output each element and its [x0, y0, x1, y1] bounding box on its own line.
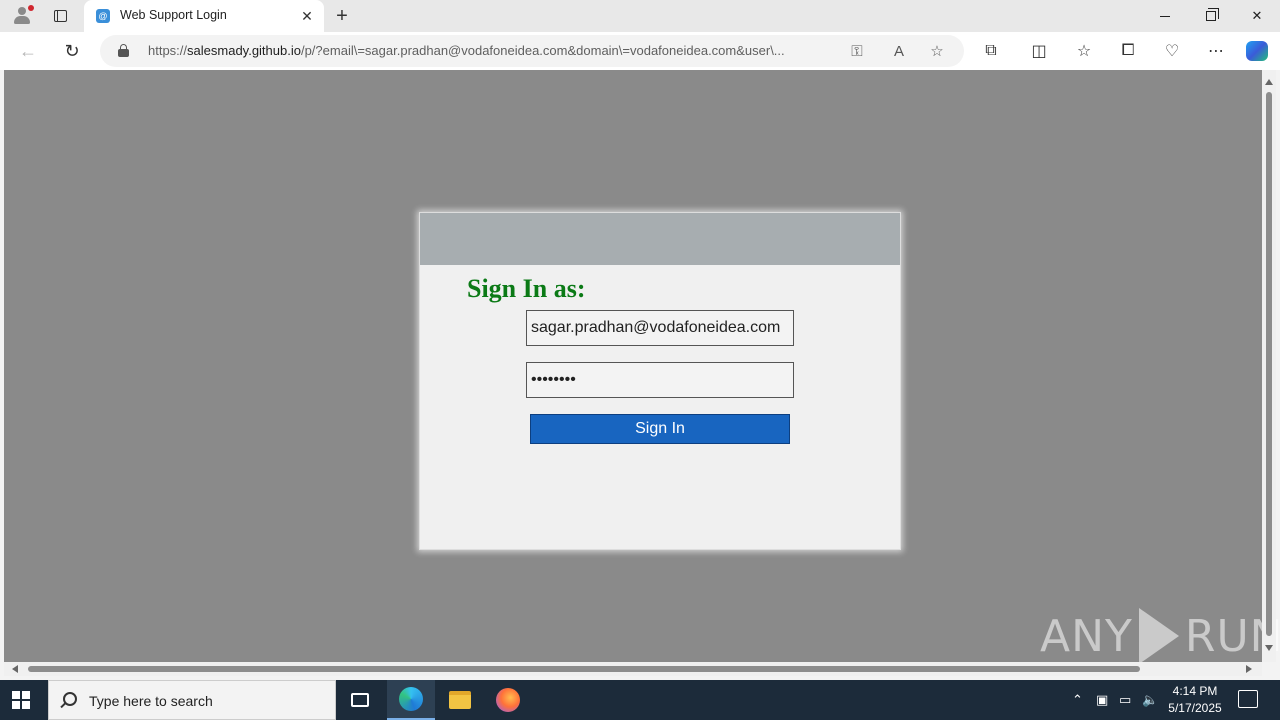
task-view-icon[interactable] — [336, 680, 384, 720]
restore-button[interactable] — [1188, 0, 1234, 32]
edge-taskbar-icon[interactable] — [387, 680, 435, 720]
favorite-star-icon[interactable]: ☆ — [926, 41, 948, 61]
notifications-icon[interactable] — [1238, 690, 1258, 708]
url-text[interactable]: https://salesmady.github.io/p/?email\=sa… — [148, 43, 838, 58]
scroll-down-icon[interactable] — [1265, 645, 1273, 651]
vertical-scroll-thumb[interactable] — [1266, 92, 1272, 636]
browser-essentials-icon[interactable]: ♡ — [1160, 40, 1184, 62]
tray-overflow-icon[interactable]: ⌃ — [1072, 692, 1083, 708]
back-button[interactable]: ← — [14, 38, 42, 64]
tab-actions-icon[interactable] — [46, 4, 74, 28]
password-key-icon[interactable]: ⚿ — [846, 41, 868, 61]
tab-favicon-icon: @ — [96, 9, 110, 23]
network-icon[interactable]: ▭ — [1119, 692, 1131, 708]
clock-date: 5/17/2025 — [1168, 701, 1222, 715]
reload-button[interactable]: ↻ — [58, 38, 86, 64]
vertical-scrollbar[interactable] — [1262, 70, 1276, 662]
scroll-right-icon[interactable] — [1246, 665, 1252, 673]
anyrun-watermark: ANY RUN — [1040, 608, 1280, 664]
login-card-header — [420, 213, 900, 265]
browser-titlebar: @ Web Support Login ✕ + ✕ — [0, 0, 1280, 32]
login-card: Sign In as: Sign In — [419, 212, 901, 550]
clock-time: 4:14 PM — [1172, 684, 1218, 698]
lock-icon[interactable] — [118, 44, 129, 57]
sign-in-button[interactable]: Sign In — [530, 414, 790, 444]
extensions-icon[interactable]: ⧉ — [979, 40, 1003, 62]
signin-heading: Sign In as: — [467, 274, 586, 303]
collections-icon[interactable]: ⧠ — [1116, 40, 1140, 62]
tab-web-support-login[interactable]: @ Web Support Login ✕ — [84, 0, 324, 32]
profile-icon[interactable] — [8, 4, 36, 28]
horizontal-scroll-thumb[interactable] — [28, 666, 1140, 672]
scroll-up-icon[interactable] — [1265, 79, 1273, 85]
password-field[interactable] — [526, 362, 794, 398]
minimize-button[interactable] — [1142, 0, 1188, 32]
tab-title: Web Support Login — [120, 8, 227, 22]
tab-close-icon[interactable]: ✕ — [298, 7, 316, 25]
new-tab-button[interactable]: + — [330, 4, 354, 28]
close-window-button[interactable]: ✕ — [1234, 0, 1280, 32]
split-screen-icon[interactable]: ◫ — [1027, 40, 1051, 62]
read-aloud-icon[interactable]: A — [888, 41, 910, 61]
url-prefix: https:// — [148, 43, 188, 58]
tray-app-icon[interactable]: ▣ — [1096, 692, 1108, 708]
url-path: /p/?email\=sagar.pradhan@vodafoneidea.co… — [300, 43, 785, 58]
windows-start-icon[interactable] — [12, 691, 30, 709]
watermark-left: ANY — [1040, 610, 1133, 662]
address-bar[interactable]: https://salesmady.github.io/p/?email\=sa… — [100, 35, 964, 67]
scroll-left-icon[interactable] — [12, 665, 18, 673]
file-explorer-icon[interactable] — [436, 680, 484, 720]
page-viewport: Sign In as: Sign In — [4, 70, 1262, 662]
firefox-icon[interactable] — [484, 680, 532, 720]
taskbar-search[interactable]: Type here to search — [48, 680, 336, 720]
email-field[interactable] — [526, 310, 794, 346]
volume-icon[interactable]: 🔈 — [1142, 692, 1158, 708]
horizontal-scrollbar[interactable] — [4, 662, 1262, 676]
taskbar: Type here to search ⌃ ▣ ▭ 🔈 4:14 PM 5/17… — [0, 680, 1280, 720]
more-options-icon[interactable]: ⋯ — [1204, 40, 1228, 62]
favorites-icon[interactable]: ☆ — [1072, 40, 1096, 62]
search-icon — [63, 692, 77, 706]
search-placeholder: Type here to search — [89, 693, 213, 709]
copilot-icon[interactable] — [1245, 40, 1269, 62]
play-icon — [1138, 608, 1179, 664]
taskbar-clock[interactable]: 4:14 PM 5/17/2025 — [1160, 683, 1230, 717]
browser-toolbar: ← ↻ https://salesmady.github.io/p/?email… — [0, 32, 1280, 70]
url-host: salesmady.github.io — [187, 43, 301, 58]
